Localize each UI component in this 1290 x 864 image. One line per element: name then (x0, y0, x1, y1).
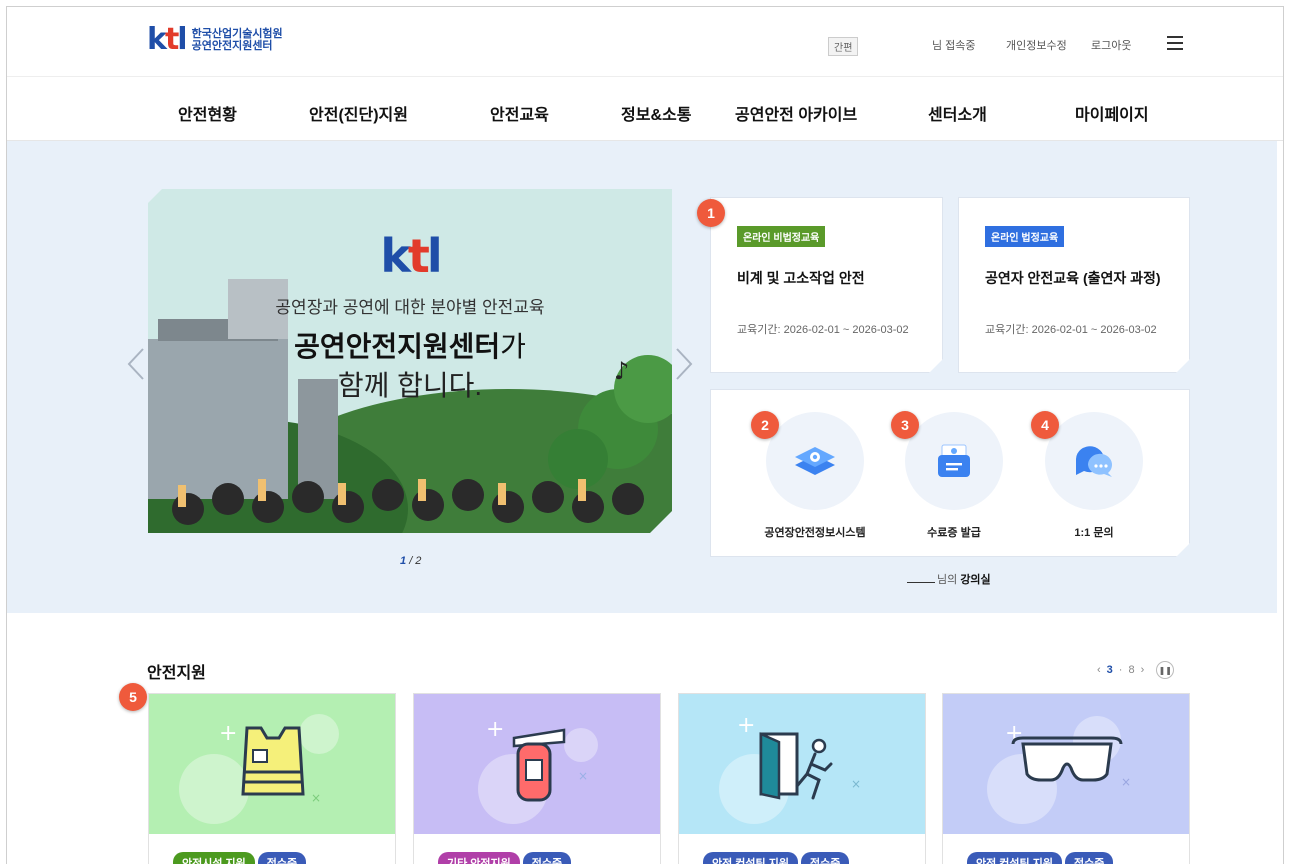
top-bar: ktl 한국산업기술시험원 공연안전지원센터 간편 님 접속중 개인정보수정 로… (7, 7, 1283, 77)
support-card[interactable]: + × 안전 컨설팅 지원 접수중 (942, 693, 1190, 864)
course-period: 교육기간: 2026-02-01 ~ 2026-03-02 (737, 324, 909, 336)
slide-next-icon[interactable] (673, 347, 695, 381)
emergency-exit-icon: + × (679, 694, 925, 834)
category-tag: 안전 컨설팅 지원 (967, 852, 1062, 864)
safety-goggles-icon: + × (943, 694, 1189, 834)
pause-icon[interactable]: ❚❚ (1156, 661, 1175, 679)
carousel-total: 8 (1128, 664, 1135, 676)
slide-headline: 공연안전지원센터가 (294, 331, 526, 362)
svg-text:+: + (219, 721, 237, 746)
marker-badge: 3 (891, 411, 919, 439)
marker-badge: 5 (119, 683, 147, 711)
support-card[interactable]: + × 기타 안전지원 접수중 (413, 693, 661, 864)
svg-text:×: × (311, 791, 321, 805)
course-card[interactable]: 온라인 비법정교육 비계 및 고소작업 안전 교육기간: 2026-02-01 … (710, 197, 943, 373)
slide-logo: ktl (380, 229, 440, 283)
status-tag: 접수중 (522, 852, 572, 864)
user-status: 님 접속중 (932, 40, 976, 52)
nav-center-intro[interactable]: 센터소개 (928, 101, 987, 125)
logout-link[interactable]: 로그아웃 (1091, 37, 1131, 53)
svg-text:×: × (578, 769, 588, 783)
slide-pager: 1 / 2 (400, 555, 422, 567)
course-title: 비계 및 고소작업 안전 (737, 270, 865, 286)
status-tag: 접수중 (800, 852, 850, 864)
support-card[interactable]: + × 안전시설 지원 접수중 (148, 693, 396, 864)
support-tags: 안전시설 지원 접수중 (173, 852, 307, 864)
chat-bubble-icon (1045, 412, 1143, 510)
edit-profile-link[interactable]: 개인정보수정 (1006, 37, 1067, 53)
marker-badge: 1 (697, 199, 725, 227)
svg-text:×: × (851, 777, 861, 791)
svg-text:×: × (1121, 775, 1131, 789)
category-tag: 안전시설 지원 (173, 852, 255, 864)
safety-vest-icon: + × (149, 694, 395, 834)
marker-badge: 4 (1031, 411, 1059, 439)
slide-headline-line2: 함께 합니다. (337, 370, 483, 401)
course-title: 공연자 안전교육 (출연자 과정) (985, 270, 1161, 286)
section-title: 안전지원 (147, 665, 206, 682)
support-tags: 기타 안전지원 접수중 (438, 852, 572, 864)
nav-safety-status[interactable]: 안전현황 (178, 101, 237, 125)
status-tag: 접수중 (257, 852, 307, 864)
category-tag: 기타 안전지원 (438, 852, 520, 864)
nav-safety-diagnosis-support[interactable]: 안전(진단)지원 (309, 101, 408, 125)
hero-section: ♪ ktl 공연장과 공연에 대한 분야별 안전교육 공연안전지원센터가 함께 … (7, 141, 1277, 613)
hero-slide[interactable]: ♪ ktl 공연장과 공연에 대한 분야별 안전교육 공연안전지원센터가 함께 … (148, 189, 672, 533)
carousel-current: 3 (1106, 664, 1113, 676)
certificate-icon (905, 412, 1003, 510)
settings-layer-icon (766, 412, 864, 510)
carousel-separator: · (1118, 664, 1123, 676)
my-lecture-room-link[interactable]: 님의 강의실 (907, 571, 991, 587)
course-tag: 온라인 비법정교육 (737, 226, 825, 247)
hamburger-menu-icon[interactable] (1167, 36, 1183, 50)
quick-link-label: 공연장안전정보시스템 (764, 527, 866, 539)
course-card[interactable]: 온라인 법정교육 공연자 안전교육 (출연자 과정) 교육기간: 2026-02… (958, 197, 1190, 373)
status-tag: 접수중 (1064, 852, 1114, 864)
support-carousel-nav: ‹ 3 · 8 › ❚❚ (1097, 661, 1175, 679)
logo-line1: 한국산업기술시험원 (191, 28, 283, 40)
site-logo[interactable]: ktl 한국산업기술시험원 공연안전지원센터 (147, 25, 283, 55)
carousel-next-icon[interactable]: › (1141, 664, 1145, 676)
course-period: 교육기간: 2026-02-01 ~ 2026-03-02 (985, 324, 1157, 336)
simple-mode-badge[interactable]: 간편 (828, 37, 859, 56)
support-card[interactable]: + × 안전 컨설팅 지원 접수중 (678, 693, 926, 864)
carousel-prev-icon[interactable]: ‹ (1097, 664, 1101, 676)
support-tags: 안전 컨설팅 지원 접수중 (703, 852, 850, 864)
quick-link-label: 1:1 문의 (1074, 527, 1114, 539)
logo-mark: ktl (147, 22, 188, 57)
logo-text: 한국산업기술시험원 공연안전지원센터 (192, 28, 283, 52)
fire-extinguisher-icon: + × (414, 694, 660, 834)
support-tags: 안전 컨설팅 지원 접수중 (967, 852, 1114, 864)
main-navigation: 안전현황 안전(진단)지원 안전교육 정보&소통 공연안전 아카이브 센터소개 … (7, 77, 1283, 141)
nav-safety-education[interactable]: 안전교육 (490, 101, 549, 125)
marker-badge: 2 (751, 411, 779, 439)
svg-text:+: + (486, 717, 504, 742)
page-frame: ktl 한국산업기술시험원 공연안전지원센터 간편 님 접속중 개인정보수정 로… (6, 6, 1284, 864)
nav-mypage[interactable]: 마이페이지 (1075, 101, 1149, 125)
category-tag: 안전 컨설팅 지원 (703, 852, 798, 864)
course-tag: 온라인 법정교육 (985, 226, 1064, 247)
logo-line2: 공연안전지원센터 (191, 40, 273, 52)
quick-link-label: 수료증 발급 (927, 527, 981, 539)
nav-performance-archive[interactable]: 공연안전 아카이브 (735, 101, 857, 125)
quick-links-panel: 공연장안전정보시스템 수료증 발급 1:1 문의 (710, 389, 1190, 557)
svg-text:+: + (737, 713, 755, 738)
nav-info-communication[interactable]: 정보&소통 (621, 101, 691, 125)
slide-prev-icon[interactable] (125, 347, 147, 381)
slide-subtitle: 공연장과 공연에 대한 분야별 안전교육 (275, 298, 545, 317)
